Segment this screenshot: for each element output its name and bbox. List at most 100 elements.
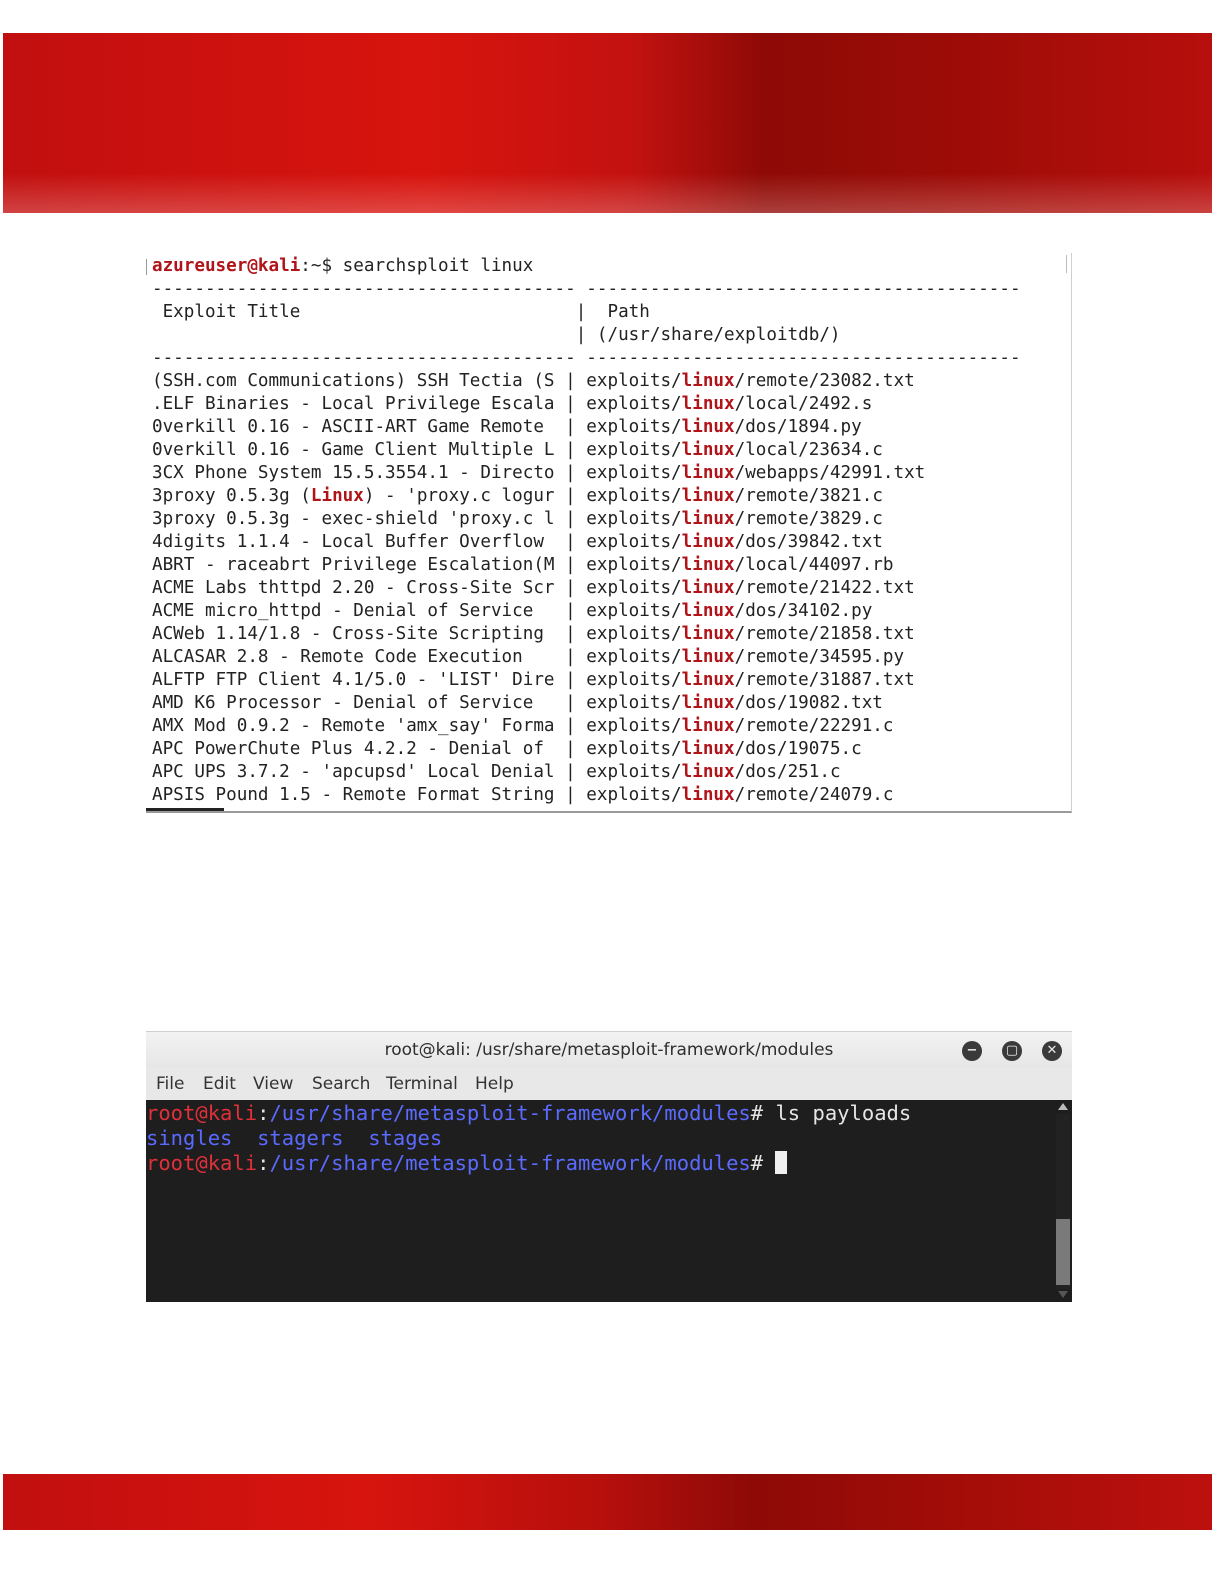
exploit-path-prefix: exploits/	[586, 739, 682, 759]
prompt-colon: :	[257, 1101, 270, 1125]
exploit-path-prefix: exploits/	[586, 716, 682, 736]
scroll-down-icon[interactable]	[1058, 1291, 1068, 1298]
exploit-path-suffix: /dos/1894.py	[734, 417, 862, 437]
menu-view[interactable]: View	[253, 1074, 293, 1094]
menu-terminal[interactable]: Terminal	[386, 1074, 458, 1094]
prompt-line-2: root@kali:/usr/share/metasploit-framewor…	[146, 1151, 788, 1175]
exploit-path-suffix: /dos/19082.txt	[734, 693, 883, 713]
exploit-path-suffix: /remote/24079.c	[734, 785, 894, 805]
header-path: Path	[607, 302, 650, 322]
minimize-icon: −	[966, 1043, 978, 1058]
separator-left: ----------------------------------------	[152, 279, 576, 299]
exploit-row: ACWeb 1.14/1.8 - Cross-Site Scripting | …	[152, 624, 915, 644]
exploit-path-prefix: exploits/	[586, 670, 682, 690]
exploit-row: 3proxy 0.5.3g (Linux) - 'proxy.c logur |…	[152, 486, 883, 506]
exploit-path-suffix: /dos/34102.py	[734, 601, 873, 621]
exploit-path-suffix: /remote/31887.txt	[734, 670, 915, 690]
exploit-path-highlight: linux	[681, 739, 735, 759]
menu-edit[interactable]: Edit	[203, 1074, 236, 1094]
exploit-path-highlight: linux	[681, 440, 735, 460]
window-title: root@kali: /usr/share/metasploit-framewo…	[384, 1040, 834, 1060]
exploit-path-prefix: exploits/	[586, 578, 682, 598]
prompt-path: /usr/share/metasploit-framework/modules	[269, 1101, 751, 1125]
exploit-row: 3proxy 0.5.3g - exec-shield 'proxy.c l |…	[152, 509, 883, 529]
text-cursor	[775, 1151, 788, 1174]
exploit-path-prefix: exploits/	[586, 624, 682, 644]
exploit-row: APC PowerChute Plus 4.2.2 - Denial of | …	[152, 739, 862, 759]
menu-bar: File Edit View Search Terminal Help	[146, 1068, 1072, 1100]
close-icon: ✕	[1046, 1043, 1058, 1058]
vertical-scrollbar[interactable]	[1054, 1100, 1072, 1302]
exploit-row: AMD K6 Processor - Denial of Service | e…	[152, 693, 883, 713]
exploit-path-highlight: linux	[681, 532, 735, 552]
exploit-path-prefix: exploits/	[586, 601, 682, 621]
dir-singles: singles	[146, 1126, 233, 1150]
prompt-colon: :	[257, 1151, 270, 1175]
top-banner	[3, 33, 1212, 213]
terminal-window: root@kali: /usr/share/metasploit-framewo…	[146, 1031, 1072, 1302]
exploit-path-suffix: /local/44097.rb	[734, 555, 894, 575]
exploit-title: 4digits 1.1.4 - Local Buffer Overflow	[152, 532, 555, 552]
exploit-row: ACME Labs thttpd 2.20 - Cross-Site Scr |…	[152, 578, 915, 598]
exploit-row: 0verkill 0.16 - Game Client Multiple L |…	[152, 440, 883, 460]
exploit-row: ACME micro_httpd - Denial of Service | e…	[152, 601, 873, 621]
scroll-up-icon[interactable]	[1058, 1103, 1068, 1110]
exploit-title: 0verkill 0.16 - ASCII-ART Game Remote	[152, 417, 555, 437]
terminal-console[interactable]: root@kali:/usr/share/metasploit-framewor…	[146, 1100, 1054, 1302]
exploit-path-highlight: linux	[681, 371, 735, 391]
exploit-path-highlight: linux	[681, 486, 735, 506]
exploit-path-highlight: linux	[681, 670, 735, 690]
exploit-title: .ELF Binaries - Local Privilege Escala	[152, 394, 555, 414]
header-exploit-title: Exploit Title	[162, 302, 301, 322]
exploit-path-prefix: exploits/	[586, 509, 682, 529]
exploit-row: .ELF Binaries - Local Privilege Escala |…	[152, 394, 873, 414]
exploit-path-highlight: linux	[681, 762, 735, 782]
exploit-path-highlight: linux	[681, 555, 735, 575]
exploit-path-highlight: linux	[681, 509, 735, 529]
exploit-title: APC UPS 3.7.2 - 'apcupsd' Local Denial	[152, 762, 555, 782]
exploit-title: APSIS Pound 1.5 - Remote Format String	[152, 785, 555, 805]
menu-help[interactable]: Help	[475, 1074, 514, 1094]
exploit-row: AMX Mod 0.9.2 - Remote 'amx_say' Forma |…	[152, 716, 894, 736]
typed-command: searchsploit linux	[342, 256, 534, 276]
dir-stages: stages	[368, 1126, 443, 1150]
exploit-row: 3CX Phone System 15.5.3554.1 - Directo |…	[152, 463, 926, 483]
separator-left: ----------------------------------------	[152, 348, 576, 368]
maximize-icon: ▢	[1005, 1043, 1019, 1058]
exploit-path-highlight: linux	[681, 463, 735, 483]
typed-command: ls payloads	[775, 1101, 912, 1125]
exploit-path-highlight: linux	[681, 601, 735, 621]
menu-search[interactable]: Search	[312, 1074, 370, 1094]
exploit-path-suffix: /dos/39842.txt	[734, 532, 883, 552]
ls-output: singles stagers stages	[146, 1126, 442, 1150]
exploit-row: ALCASAR 2.8 - Remote Code Execution | ex…	[152, 647, 905, 667]
exploit-row: ALFTP FTP Client 4.1/5.0 - 'LIST' Dire |…	[152, 670, 915, 690]
prompt-user: azureuser@kali	[152, 256, 301, 276]
exploit-path-suffix: /remote/3829.c	[734, 509, 883, 529]
maximize-button[interactable]: ▢	[1002, 1041, 1022, 1061]
exploit-path-highlight: linux	[681, 785, 735, 805]
minimize-button[interactable]: −	[962, 1041, 982, 1061]
scroll-thumb[interactable]	[1056, 1219, 1070, 1285]
exploit-path-suffix: /remote/34595.py	[734, 647, 905, 667]
exploit-path-highlight: linux	[681, 578, 735, 598]
exploit-row: APC UPS 3.7.2 - 'apcupsd' Local Denial |…	[152, 762, 841, 782]
close-button[interactable]: ✕	[1042, 1041, 1062, 1061]
prompt-user: root@kali	[146, 1151, 258, 1175]
exploit-path-suffix: /remote/21422.txt	[734, 578, 915, 598]
exploit-path-prefix: exploits/	[586, 647, 682, 667]
exploit-path-highlight: linux	[681, 417, 735, 437]
header-line-2: | (/usr/share/exploitdb/)	[152, 325, 841, 345]
exploit-path-suffix: /remote/22291.c	[734, 716, 894, 736]
menu-file[interactable]: File	[156, 1074, 184, 1094]
exploit-path-suffix: /local/2492.s	[734, 394, 873, 414]
exploit-path-suffix: /dos/251.c	[734, 762, 841, 782]
separator-right: ----------------------------------------…	[586, 348, 1021, 368]
searchsploit-output: azureuser@kali:~$ searchsploit linux ---…	[152, 255, 1021, 807]
exploit-path-prefix: exploits/	[586, 417, 682, 437]
exploit-path-suffix: /local/23634.c	[734, 440, 883, 460]
bottom-tab-indicator	[146, 808, 224, 811]
exploit-path-highlight: linux	[681, 693, 735, 713]
exploit-path-prefix: exploits/	[586, 463, 682, 483]
exploit-path-prefix: exploits/	[586, 371, 682, 391]
